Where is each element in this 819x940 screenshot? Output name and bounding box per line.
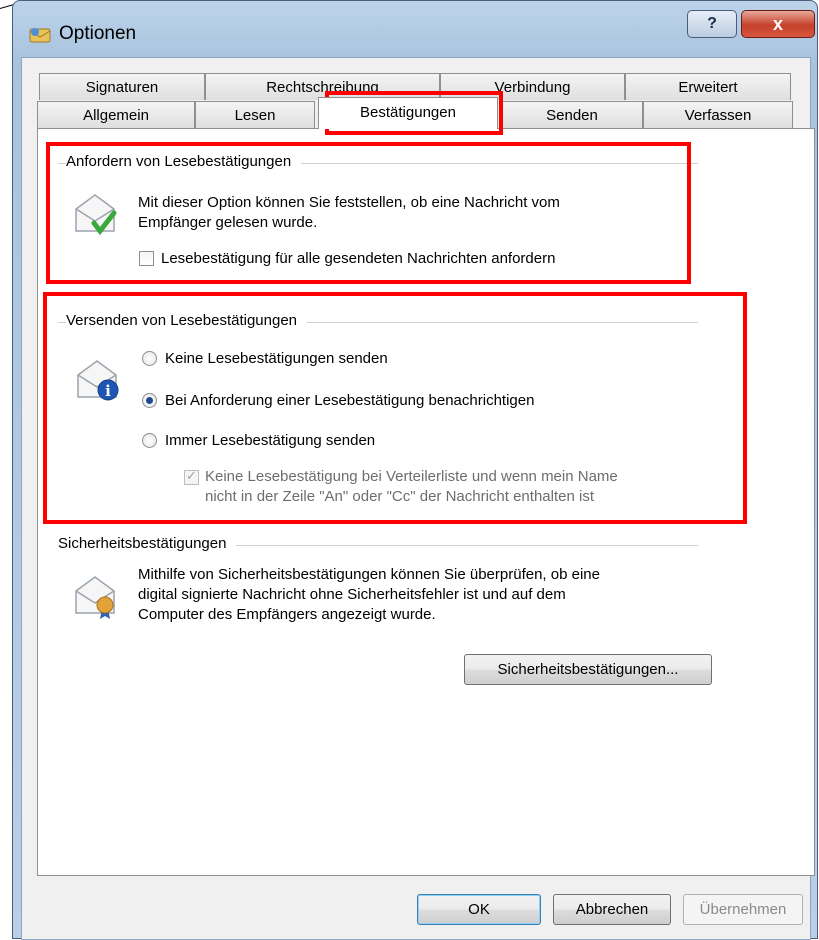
- tab-bestaetigungen[interactable]: Bestätigungen: [318, 97, 498, 129]
- highlight-request-section: [46, 142, 691, 284]
- close-button[interactable]: x: [741, 10, 815, 38]
- envelope-certificate-icon: [75, 576, 115, 619]
- tab-allgemein[interactable]: Allgemein: [37, 101, 195, 128]
- ok-button[interactable]: OK: [417, 894, 541, 925]
- security-section-legend: Sicherheitsbestätigungen: [58, 535, 237, 552]
- outlook-express-icon: [29, 28, 51, 43]
- security-description-line3: Computer des Empfängers angezeigt wurde.: [138, 606, 436, 623]
- help-button[interactable]: ?: [687, 10, 737, 38]
- tab-erweitert[interactable]: Erweitert: [625, 73, 791, 100]
- title-bar[interactable]: Optionen ? x: [13, 1, 817, 57]
- security-receipts-button[interactable]: Sicherheitsbestätigungen...: [464, 654, 712, 685]
- window-title: Optionen: [59, 23, 137, 44]
- tab-senden[interactable]: Senden: [501, 101, 643, 128]
- tab-signaturen[interactable]: Signaturen: [39, 73, 205, 100]
- security-description-line2: digital signierte Nachricht ohne Sicherh…: [138, 586, 566, 603]
- highlight-send-section: [43, 292, 747, 524]
- apply-button[interactable]: Übernehmen: [683, 894, 803, 925]
- cancel-button[interactable]: Abbrechen: [553, 894, 671, 925]
- tab-lesen[interactable]: Lesen: [195, 101, 315, 128]
- tab-verfassen[interactable]: Verfassen: [643, 101, 793, 128]
- security-description-line1: Mithilfe von Sicherheitsbestätigungen kö…: [138, 566, 600, 583]
